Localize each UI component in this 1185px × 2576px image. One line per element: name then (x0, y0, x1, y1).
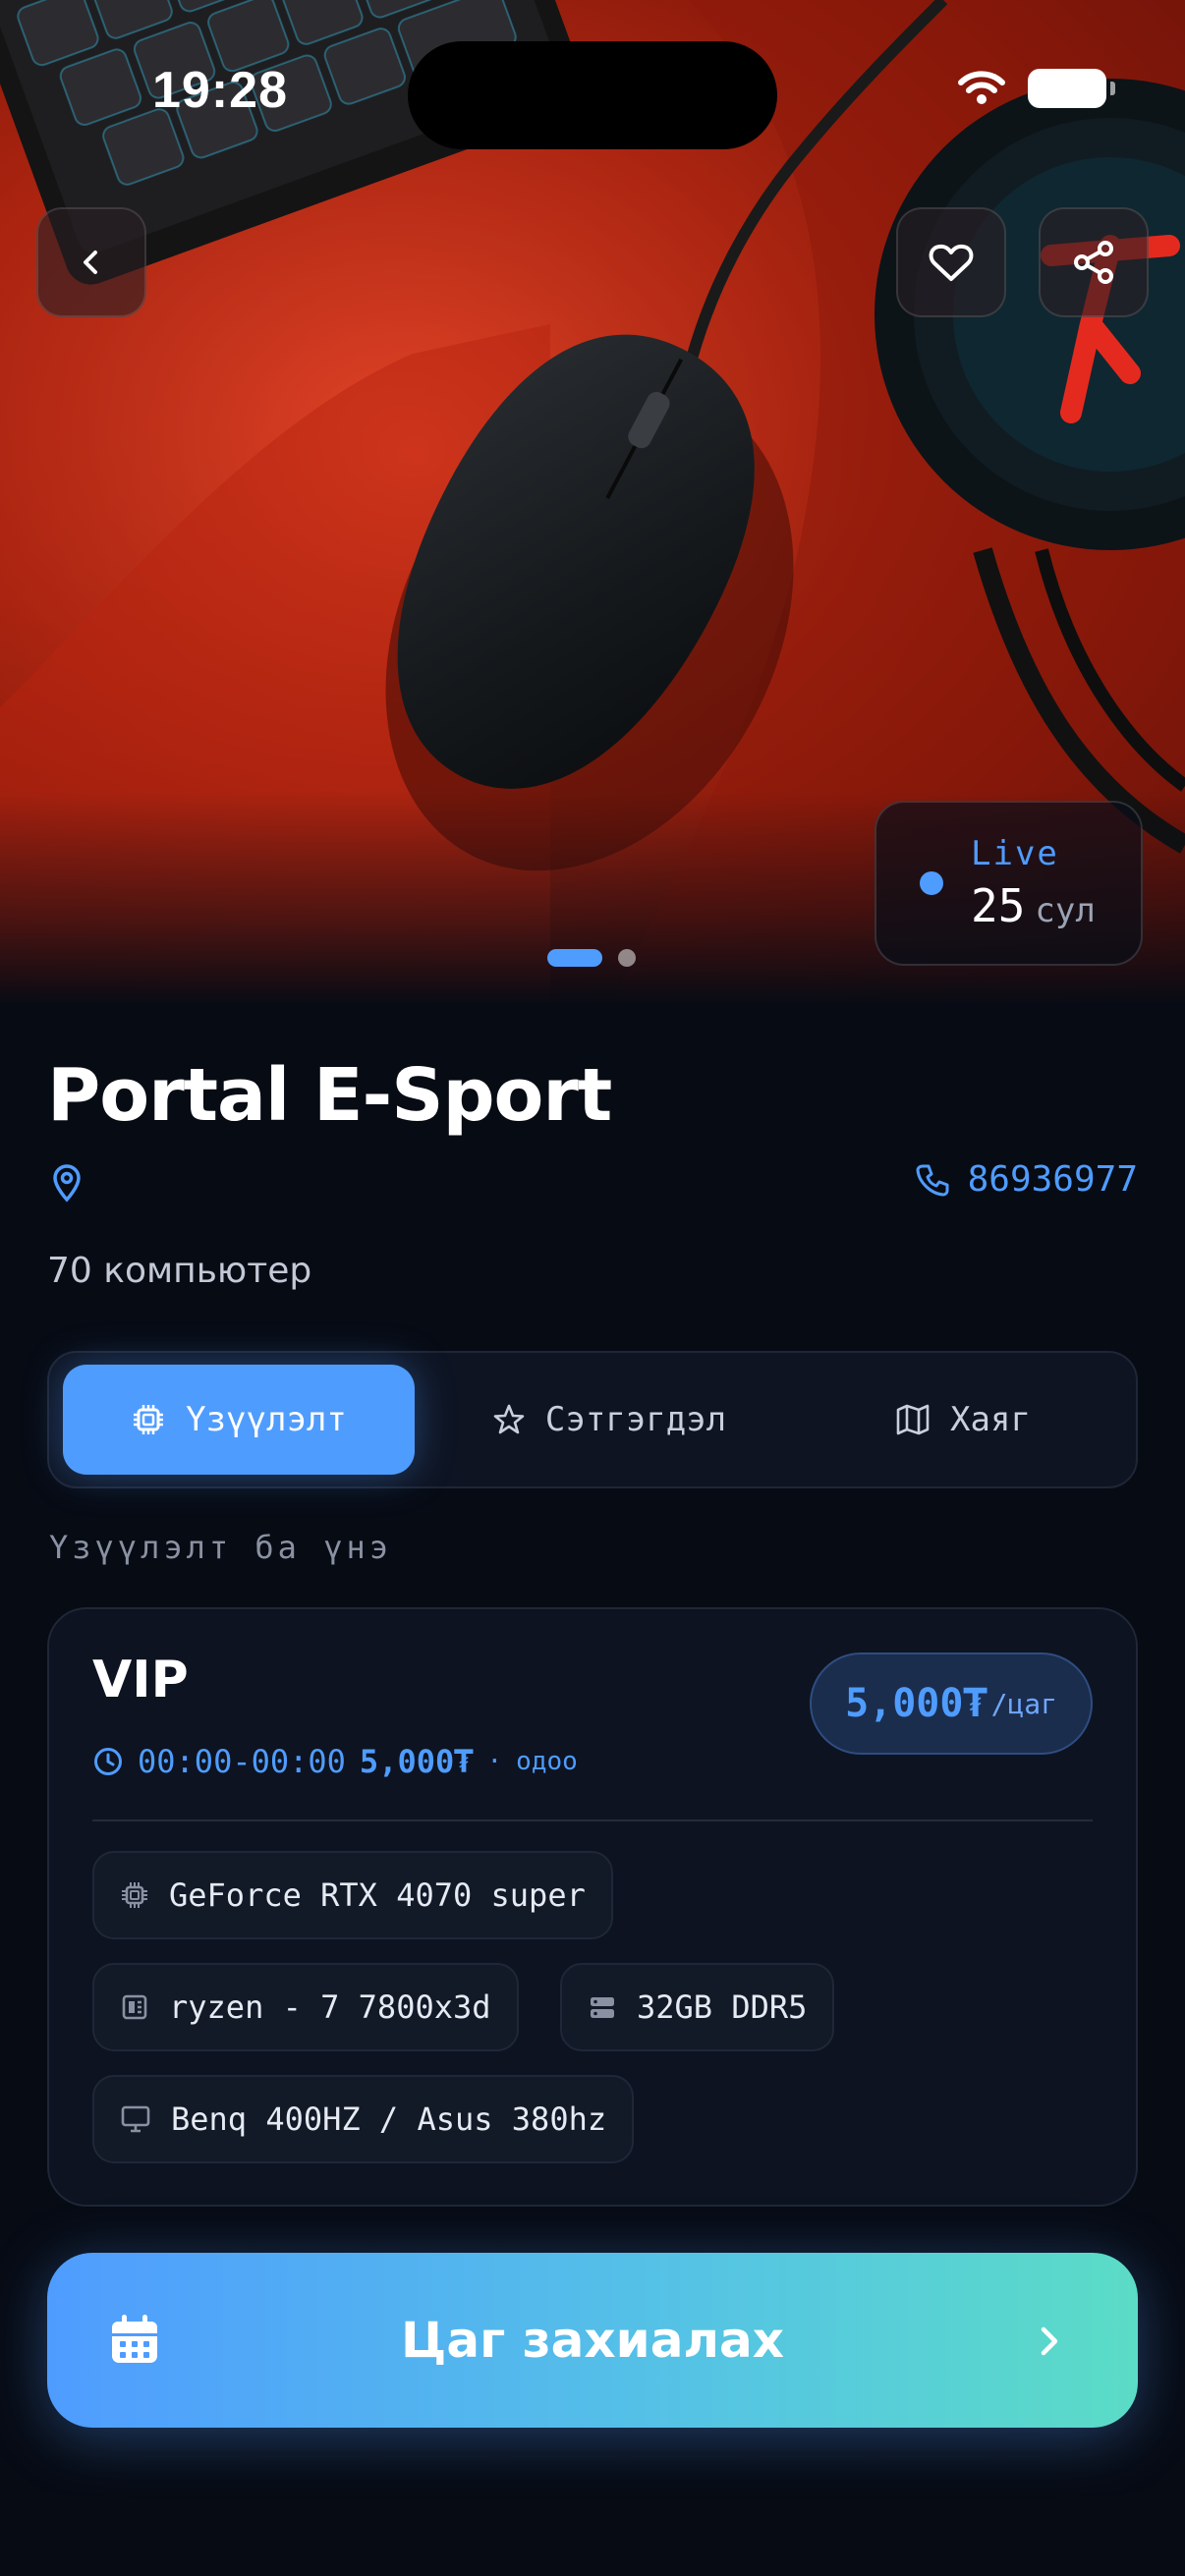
share-button[interactable] (1039, 207, 1149, 317)
tab-specs-label: Үзүүлэлт (186, 1400, 347, 1439)
live-dot (920, 871, 943, 895)
plan-now-label: одоо (516, 1747, 578, 1776)
status-icons (957, 69, 1115, 108)
location-button[interactable] (51, 1163, 83, 1206)
phone-icon (916, 1164, 949, 1196)
status-time: 19:28 (152, 62, 288, 119)
tab-specs[interactable]: Үзүүлэлт (63, 1365, 415, 1475)
clock-icon (94, 1748, 122, 1775)
pager-dot-active[interactable] (547, 949, 602, 967)
spec-gpu-text: GeForce RTX 4070 super (169, 1876, 586, 1914)
plan-separator: · (486, 1747, 503, 1776)
chevron-right-icon (1041, 2326, 1058, 2356)
spec-cpu: ryzen - 7 7800x3d (92, 1963, 519, 2051)
spec-ram: 32GB DDR5 (560, 1963, 835, 2051)
venue-title: Portal E-Sport (47, 1053, 612, 1138)
phone-number[interactable]: 86936977 (968, 1159, 1138, 1200)
monitor-icon (121, 2105, 150, 2133)
live-label: Live (971, 834, 1059, 873)
plan-inline-price: 5,000₮ (359, 1743, 474, 1780)
plan-hours: 00:00-00:00 (138, 1743, 346, 1780)
share-icon (1074, 241, 1113, 284)
pager-dot[interactable] (618, 949, 636, 967)
plan-name: VIP (92, 1651, 189, 1709)
tab-address-label: Хаяг (950, 1400, 1031, 1439)
tab-reviews-label: Сэтгэгдэл (544, 1400, 727, 1439)
spec-monitor-text: Benq 400HZ / Asus 380hz (171, 2100, 607, 2138)
live-unit: сул (1035, 891, 1096, 930)
price-amount: 5,000₮ (845, 1681, 988, 1726)
info-tabs: Үзүүлэлт Сэтгэгдэл Хаяг (47, 1351, 1138, 1488)
spec-cpu-text: ryzen - 7 7800x3d (169, 1988, 491, 2026)
book-time-button[interactable]: Цаг захиалах (47, 2253, 1138, 2428)
phone-link[interactable]: 86936977 (915, 1159, 1138, 1200)
battery-icon (1028, 69, 1115, 108)
tab-address[interactable]: Хаяг (806, 1365, 1120, 1475)
favorite-button[interactable] (896, 207, 1006, 317)
computer-count: 70 компьютер (47, 1251, 312, 1291)
memory-icon (591, 1997, 614, 2018)
price-badge: 5,000₮ /цаг (810, 1652, 1093, 1755)
chevron-left-icon (84, 251, 97, 274)
back-button[interactable] (36, 207, 146, 317)
location-pin-icon (53, 1164, 81, 1203)
heart-icon (929, 244, 974, 281)
image-pager[interactable] (547, 949, 636, 967)
dynamic-island (408, 41, 777, 149)
plan-schedule: 00:00-00:00 5,000₮ · одоо (92, 1743, 578, 1780)
price-unit: /цаг (990, 1687, 1057, 1720)
map-icon (896, 1404, 930, 1435)
star-icon (493, 1404, 525, 1434)
hero-image[interactable]: 19:28 Live 25 сул (0, 0, 1185, 1007)
chip-icon (134, 1405, 164, 1434)
wifi-icon (958, 71, 1005, 104)
live-count: 25 сул (971, 879, 1096, 932)
cpu-icon (122, 1994, 147, 2020)
live-availability-card: Live 25 сул (875, 801, 1143, 966)
spec-gpu: GeForce RTX 4070 super (92, 1851, 613, 1939)
tab-reviews[interactable]: Сэтгэгдэл (442, 1365, 776, 1475)
spec-ram-text: 32GB DDR5 (637, 1988, 808, 2026)
gpu-chip-icon (122, 1882, 147, 1908)
divider (92, 1820, 1093, 1821)
plan-card[interactable]: VIP 00:00-00:00 5,000₮ · одоо 5,000₮ /ца… (47, 1607, 1138, 2207)
section-label: Үзүүлэлт ба үнэ (49, 1529, 392, 1566)
book-time-label: Цаг захиалах (400, 2312, 785, 2369)
spec-monitor: Benq 400HZ / Asus 380hz (92, 2075, 635, 2163)
